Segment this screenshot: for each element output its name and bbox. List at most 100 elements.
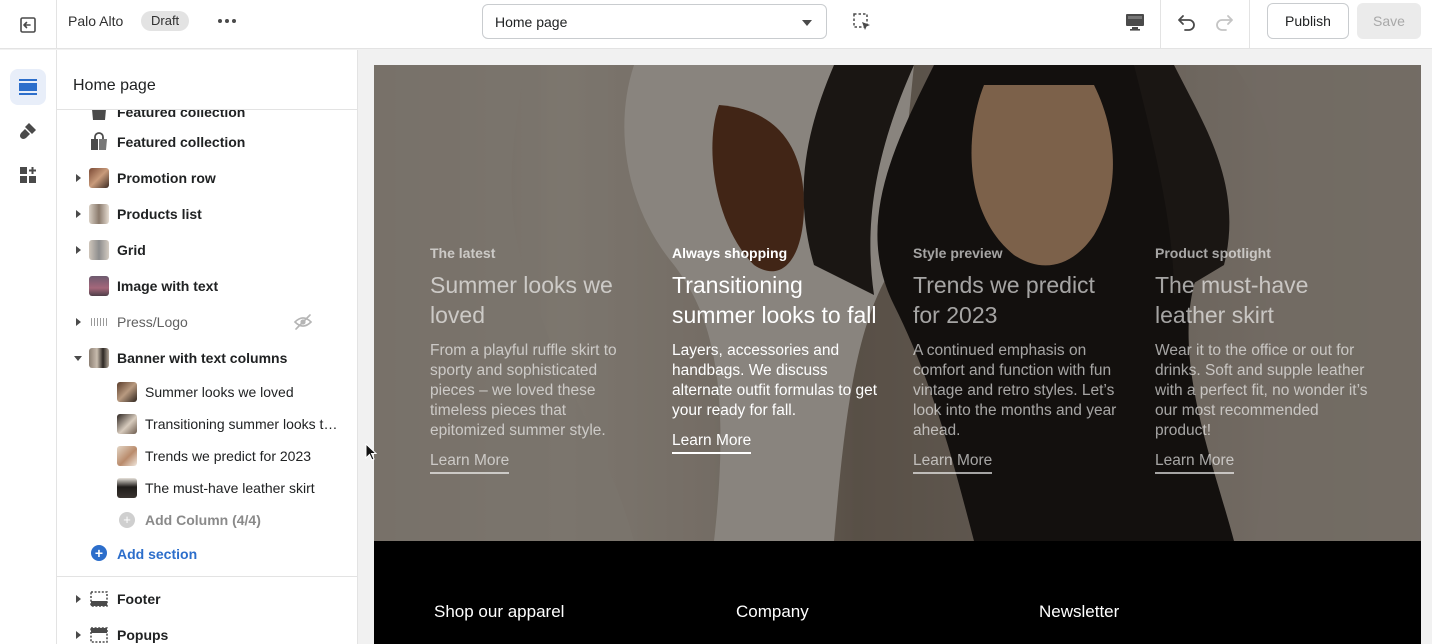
- theme-settings-tab[interactable]: [10, 113, 46, 149]
- section-item-label: Popups: [117, 627, 169, 643]
- eye-slash-icon[interactable]: [293, 313, 313, 331]
- section-thumbnail: [89, 240, 109, 260]
- column-kicker: Style preview: [913, 245, 1003, 261]
- column-kicker: Always shopping: [672, 245, 788, 261]
- footer-heading-newsletter: Newsletter: [1039, 602, 1120, 621]
- column-heading: Trends we predict for 2023: [913, 272, 1095, 328]
- redo-icon: [1216, 15, 1233, 31]
- footer-heading-shop: Shop our apparel: [434, 602, 565, 621]
- page-select-value: Home page: [495, 14, 568, 30]
- section-item-promotion-row[interactable]: Promotion row: [57, 162, 357, 194]
- chevron-down-icon: [802, 20, 812, 26]
- section-item-banner-with-text-columns[interactable]: Banner with text columns: [57, 342, 357, 374]
- paintbrush-icon: [20, 123, 36, 139]
- section-item-label: Promotion row: [117, 170, 216, 186]
- column-body: A continued emphasis on comfort and func…: [913, 342, 1117, 439]
- learn-more-link[interactable]: Learn More: [672, 432, 752, 454]
- section-item-label: Footer: [117, 591, 161, 607]
- section-item-footer[interactable]: Footer: [57, 583, 357, 615]
- chevron-down-icon[interactable]: [74, 356, 82, 361]
- section-thumbnail: [89, 204, 109, 224]
- desktop-icon: [1126, 14, 1144, 31]
- block-thumbnail: [117, 414, 137, 434]
- divider: [57, 576, 357, 577]
- section-item-products-list[interactable]: Products list: [57, 198, 357, 230]
- store-name: Palo Alto: [68, 13, 124, 29]
- page-select[interactable]: Home page: [482, 4, 827, 39]
- save-button[interactable]: Save: [1357, 3, 1421, 39]
- column-body: Wear it to the office or out for drinks.…: [1155, 342, 1368, 439]
- sections-tab[interactable]: [10, 69, 46, 105]
- block-item-label: The must-have leather skirt: [145, 480, 315, 496]
- learn-more-link[interactable]: Learn More: [430, 452, 510, 474]
- bag-icon: [92, 110, 106, 120]
- sections-sidebar: Home page Featured collection Featured c…: [57, 50, 358, 644]
- select-cursor-icon: [853, 13, 870, 30]
- redo-button[interactable]: [1210, 8, 1238, 36]
- storefront-preview[interactable]: The latest Summer looks we loved From a …: [374, 65, 1421, 644]
- dot-icon: [232, 19, 236, 23]
- column-heading: Summer looks we loved: [430, 272, 613, 328]
- top-bar: Palo Alto Draft Home page Publish Save: [0, 0, 1432, 49]
- block-thumbnail: [117, 478, 137, 498]
- banner-with-text-columns[interactable]: The latest Summer looks we loved From a …: [374, 65, 1421, 541]
- mouse-cursor-icon: [365, 443, 377, 461]
- divider: [1249, 0, 1250, 49]
- section-thumbnail: [89, 276, 109, 296]
- block-item-label: Trends we predict for 2023: [145, 448, 312, 464]
- column-kicker: Product spotlight: [1155, 245, 1271, 261]
- popup-icon: [90, 627, 108, 643]
- publish-button[interactable]: Publish: [1267, 3, 1349, 39]
- chevron-right-icon[interactable]: [76, 595, 81, 603]
- banner-column-4: Product spotlight The must-have leather …: [1155, 245, 1370, 474]
- footer-icon: [90, 591, 108, 607]
- learn-more-link[interactable]: Learn More: [1155, 452, 1235, 474]
- add-column-button[interactable]: + Add Column (4/4): [57, 504, 357, 536]
- device-preview-button[interactable]: [1120, 8, 1150, 36]
- section-item-grid[interactable]: Grid: [57, 234, 357, 266]
- banner-column-3: Style preview Trends we predict for 2023…: [913, 245, 1128, 474]
- section-item-popups[interactable]: Popups: [57, 619, 357, 644]
- block-item-column[interactable]: Transitioning summer looks to fall: [57, 408, 357, 440]
- plus-circle-icon: +: [91, 545, 107, 561]
- section-item-featured-collection[interactable]: Featured collection: [57, 126, 357, 158]
- inspector-button[interactable]: [848, 8, 876, 36]
- footer-heading-company: Company: [736, 602, 809, 621]
- chevron-right-icon[interactable]: [76, 318, 81, 326]
- exit-editor-button[interactable]: [0, 0, 57, 49]
- add-column-label: Add Column (4/4): [145, 512, 261, 528]
- exit-icon: [20, 16, 36, 33]
- section-thumbnail: [89, 168, 109, 188]
- section-item-image-with-text[interactable]: Image with text: [57, 270, 357, 302]
- block-item-column[interactable]: Summer looks we loved: [57, 376, 357, 408]
- left-rail: [0, 50, 57, 644]
- learn-more-link[interactable]: Learn More: [913, 452, 993, 474]
- apps-icon: [20, 167, 36, 183]
- section-item-label: Featured collection: [117, 134, 246, 150]
- banner-column-1: The latest Summer looks we loved From a …: [430, 245, 645, 474]
- add-section-label: Add section: [117, 546, 198, 562]
- apps-tab[interactable]: [10, 157, 46, 193]
- status-badge: Draft: [141, 11, 190, 31]
- chevron-right-icon[interactable]: [76, 246, 81, 254]
- block-item-label: Summer looks we loved: [145, 384, 294, 400]
- chevron-right-icon[interactable]: [76, 210, 81, 218]
- chevron-right-icon[interactable]: [76, 174, 81, 182]
- add-section-button[interactable]: + Add section: [57, 538, 357, 570]
- column-body: Layers, accessories and handbags. We dis…: [672, 342, 878, 419]
- undo-button[interactable]: [1173, 8, 1201, 36]
- column-kicker: The latest: [430, 245, 496, 261]
- block-item-column[interactable]: Trends we predict for 2023: [57, 440, 357, 472]
- dot-icon: [225, 19, 229, 23]
- sections-icon: [19, 79, 37, 95]
- undo-icon: [1178, 15, 1195, 31]
- section-item-press-logo[interactable]: Press/Logo: [57, 306, 357, 338]
- block-thumbnail: [117, 446, 137, 466]
- sidebar-title: Home page: [73, 77, 156, 94]
- block-item-column[interactable]: The must-have leather skirt: [57, 472, 357, 504]
- column-heading: The must-have leather skirt: [1155, 272, 1309, 328]
- section-item-label: Press/Logo: [117, 314, 188, 330]
- more-actions-button[interactable]: [212, 8, 242, 34]
- divider: [1160, 0, 1161, 49]
- chevron-right-icon[interactable]: [76, 631, 81, 639]
